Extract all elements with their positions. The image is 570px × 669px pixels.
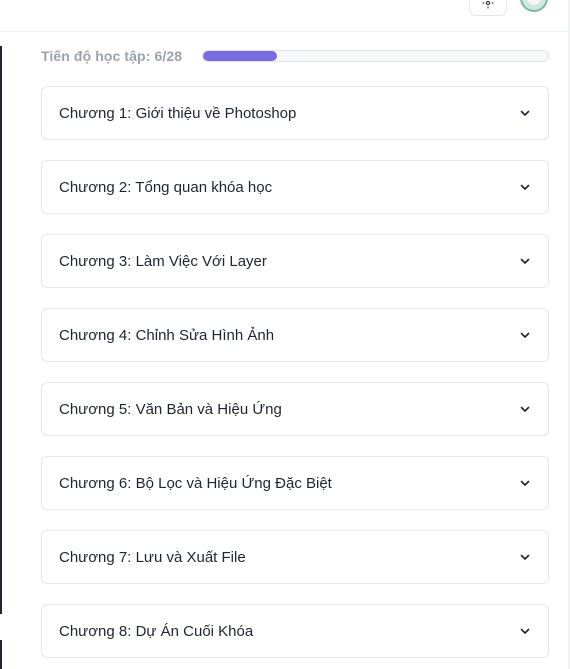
chapter-item[interactable]: Chương 8: Dự Án Cuối Khóa bbox=[41, 604, 549, 658]
user-avatar-icon bbox=[527, 0, 541, 5]
chapter-item[interactable]: Chương 5: Văn Bản và Hiệu Ứng bbox=[41, 382, 549, 436]
chapter-title: Chương 3: Làm Việc Với Layer bbox=[59, 252, 267, 270]
top-header bbox=[0, 0, 570, 32]
chapter-title: Chương 4: Chỉnh Sửa Hình Ảnh bbox=[59, 326, 275, 344]
theme-toggle-button[interactable] bbox=[469, 0, 507, 16]
chapter-title: Chương 1: Giới thiệu về Photoshop bbox=[59, 104, 297, 122]
chapter-item[interactable]: Chương 2: Tổng quan khóa học bbox=[41, 160, 549, 214]
sidebar-divider-bottom bbox=[0, 640, 2, 669]
chevron-down-icon[interactable] bbox=[519, 551, 531, 563]
sidebar-divider bbox=[0, 46, 2, 614]
chapter-title: Chương 5: Văn Bản và Hiệu Ứng bbox=[59, 400, 282, 418]
chevron-down-icon[interactable] bbox=[519, 477, 531, 489]
chapter-item[interactable]: Chương 4: Chỉnh Sửa Hình Ảnh bbox=[41, 308, 549, 362]
chapter-title: Chương 6: Bộ Lọc và Hiệu Ứng Đặc Biệt bbox=[59, 474, 332, 492]
progress-bar-fill bbox=[203, 51, 277, 61]
sun-icon bbox=[482, 0, 494, 9]
chapter-title: Chương 8: Dự Án Cuối Khóa bbox=[59, 622, 254, 640]
course-progress-page: Tiến độ học tập: 6/28 Chương 1: Giới thi… bbox=[0, 0, 570, 669]
chapter-item[interactable]: Chương 6: Bộ Lọc và Hiệu Ứng Đặc Biệt bbox=[41, 456, 549, 510]
chapter-item[interactable]: Chương 7: Lưu và Xuất File bbox=[41, 530, 549, 584]
chevron-down-icon[interactable] bbox=[519, 255, 531, 267]
chapter-item[interactable]: Chương 3: Làm Việc Với Layer bbox=[41, 234, 549, 288]
chapter-list: Chương 1: Giới thiệu về Photoshop Chương… bbox=[41, 86, 549, 669]
chevron-down-icon[interactable] bbox=[519, 181, 531, 193]
chevron-down-icon[interactable] bbox=[519, 107, 531, 119]
chapter-title: Chương 2: Tổng quan khóa học bbox=[59, 178, 273, 196]
learning-progress: Tiến độ học tập: 6/28 bbox=[41, 47, 549, 65]
chevron-down-icon[interactable] bbox=[519, 403, 531, 415]
chapter-title: Chương 7: Lưu và Xuất File bbox=[59, 548, 246, 566]
progress-label: Tiến độ học tập: 6/28 bbox=[41, 48, 183, 64]
chevron-down-icon[interactable] bbox=[519, 625, 531, 637]
progress-bar bbox=[202, 50, 549, 62]
user-avatar[interactable] bbox=[520, 0, 548, 12]
chapter-item[interactable]: Chương 1: Giới thiệu về Photoshop bbox=[41, 86, 549, 140]
chevron-down-icon[interactable] bbox=[519, 329, 531, 341]
